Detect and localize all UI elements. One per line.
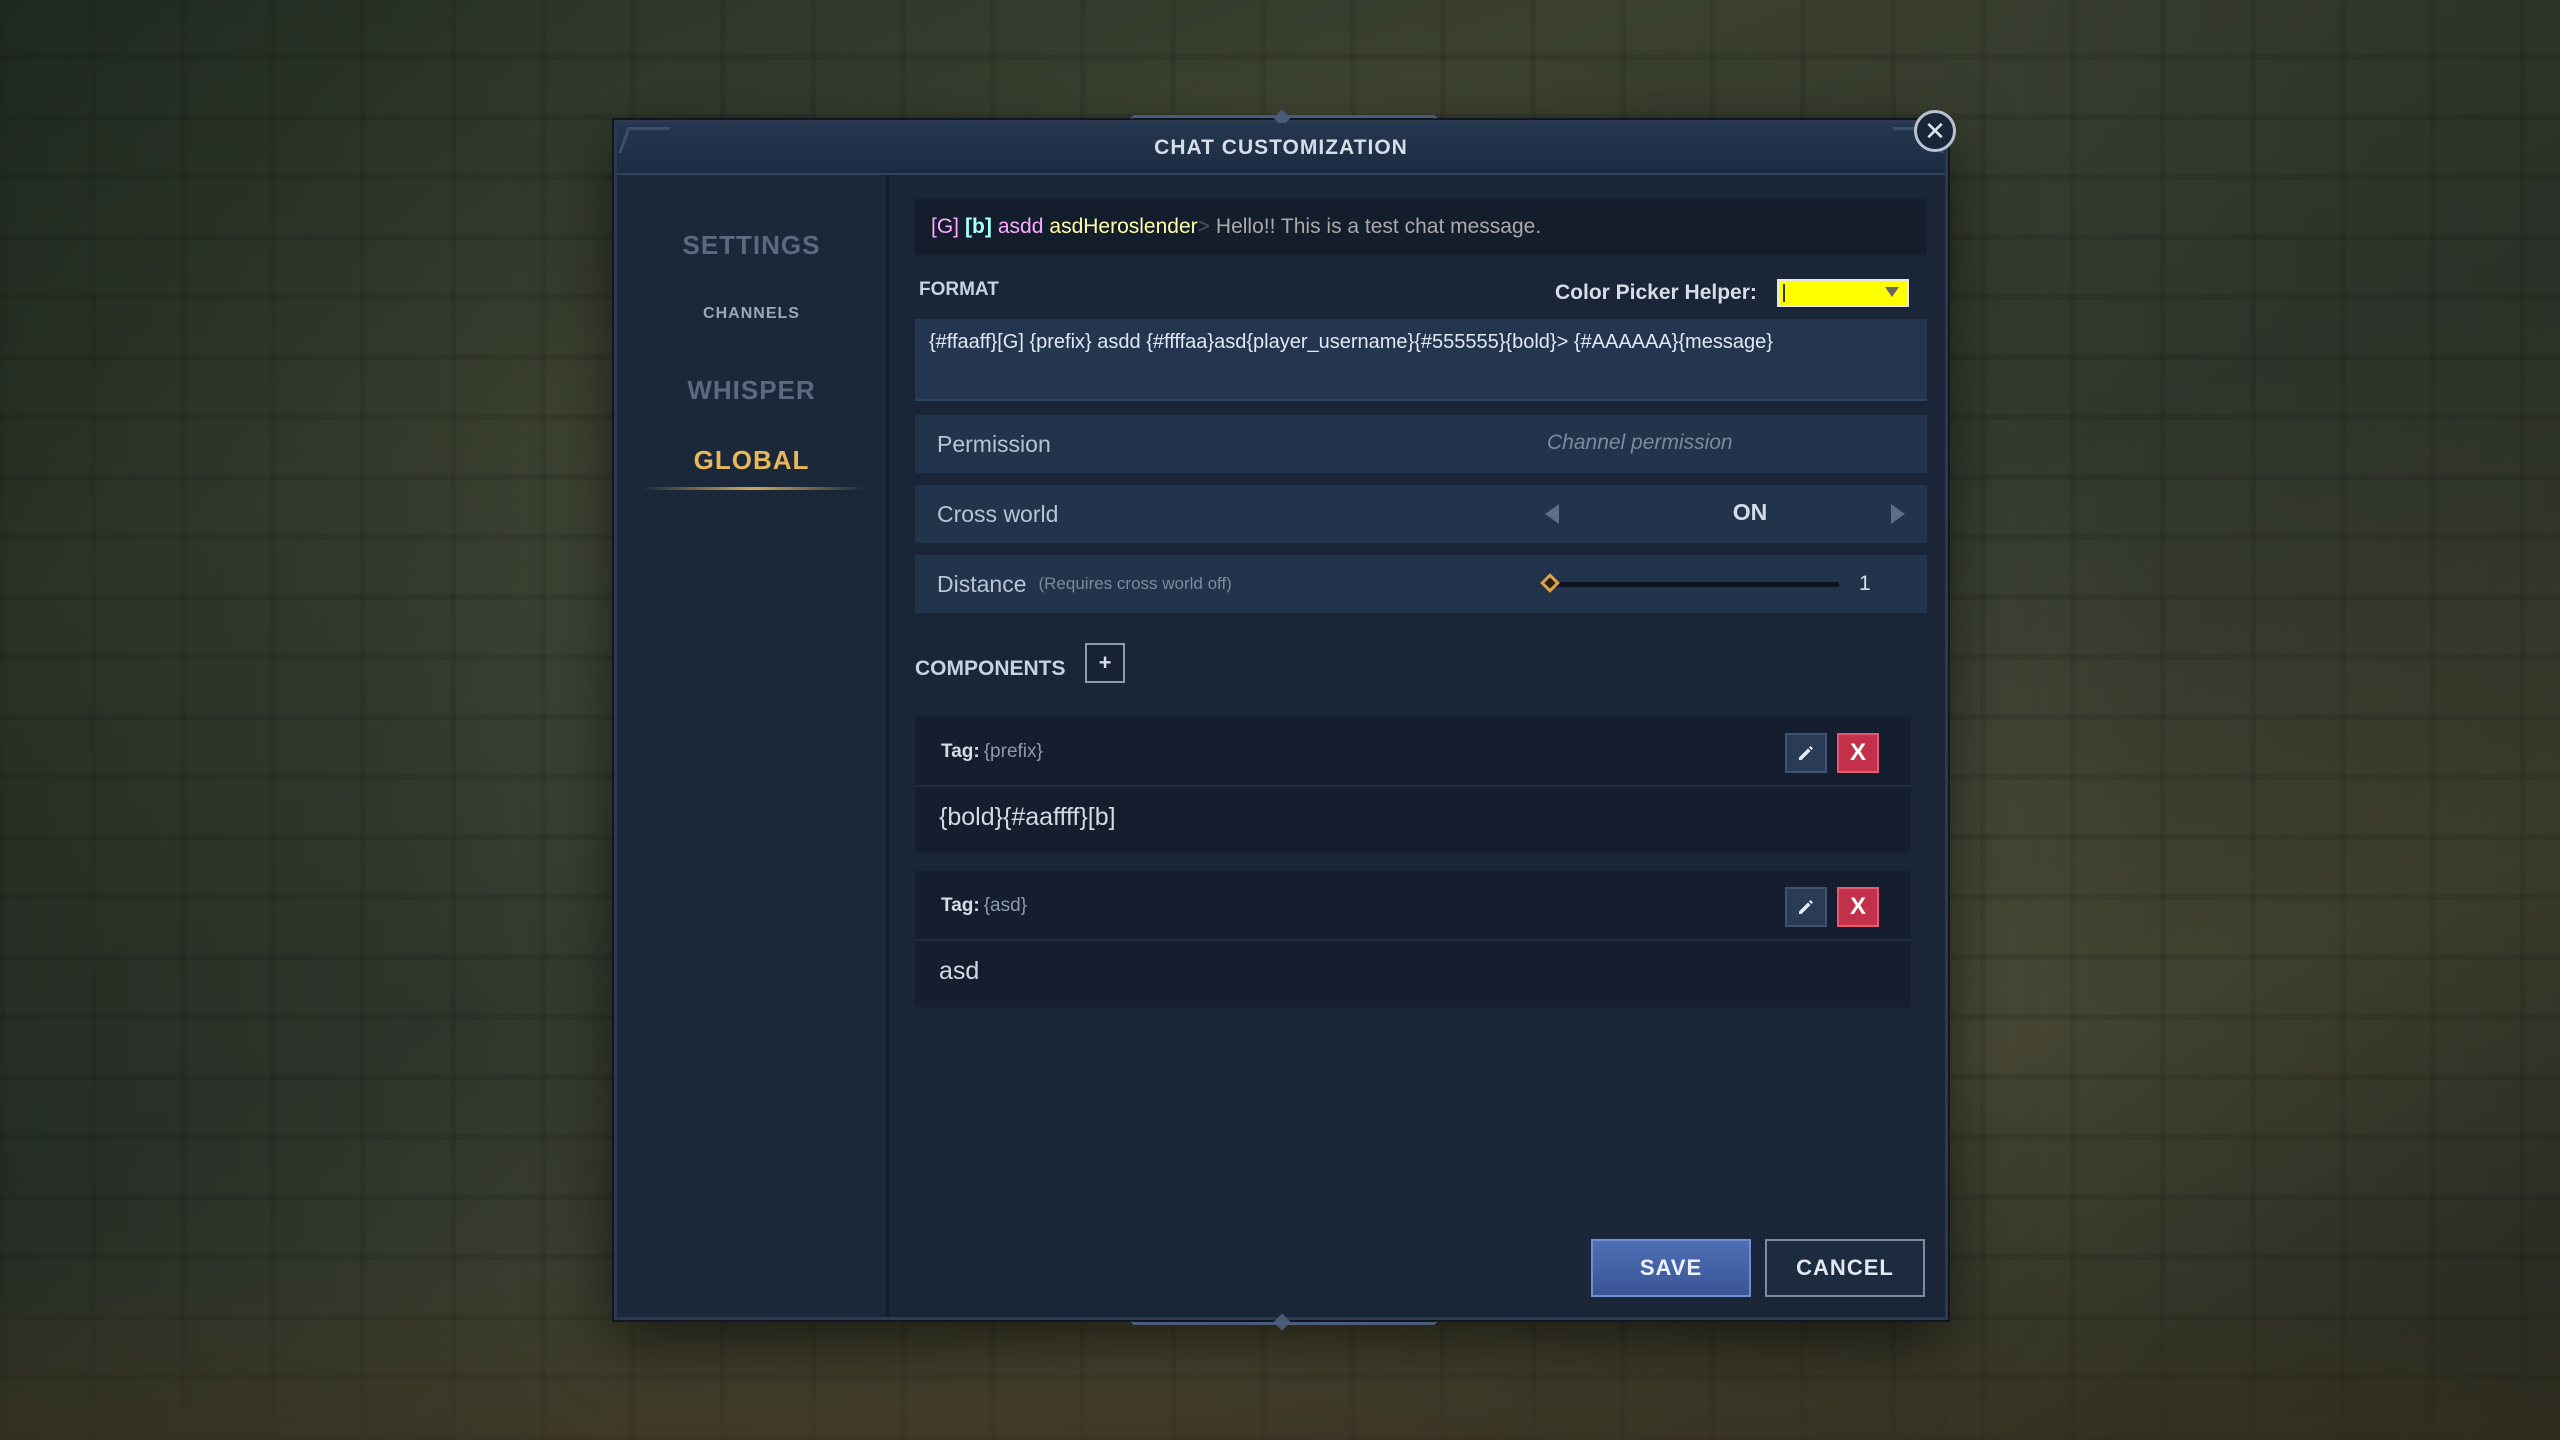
sidebar-item-global[interactable]: GLOBAL xyxy=(617,445,886,476)
color-picker-swatch[interactable] xyxy=(1777,279,1909,307)
component-card-header: Tag: {asd} X xyxy=(915,871,1911,941)
delete-component-button[interactable]: X xyxy=(1837,887,1879,927)
format-label: FORMAT xyxy=(919,279,999,300)
cancel-button[interactable]: CANCEL xyxy=(1765,1239,1925,1297)
components-label: COMPONENTS xyxy=(915,657,1066,680)
sidebar-item-settings[interactable]: SETTINGS xyxy=(617,230,886,261)
permission-input[interactable]: Channel permission xyxy=(1547,431,1733,455)
tag-label-text: Tag: xyxy=(941,895,980,916)
sidebar: SETTINGS CHANNELS WHISPER GLOBAL xyxy=(617,175,889,1317)
distance-row: Distance (Requires cross world off) 1 xyxy=(915,555,1927,613)
cross-world-label: Cross world xyxy=(937,500,1059,527)
dialog-header: CHAT CUSTOMIZATION xyxy=(617,123,1945,175)
preview-segment: [b] xyxy=(965,215,992,238)
distance-value: 1 xyxy=(1859,572,1871,595)
preview-segment: asdd xyxy=(997,215,1044,238)
distance-slider-track[interactable] xyxy=(1549,582,1839,587)
component-value[interactable]: asd xyxy=(939,957,979,986)
tag-label-text: Tag: xyxy=(941,741,980,762)
color-picker-label: Color Picker Helper: xyxy=(1555,281,1757,304)
chat-preview: [G] [b] asdd asdHeroslender > Hello!! Th… xyxy=(915,199,1927,255)
sidebar-item-channels[interactable]: CHANNELS xyxy=(617,305,886,323)
tag-name: {prefix} xyxy=(983,741,1043,762)
text-caret xyxy=(1783,284,1785,302)
edit-component-button[interactable] xyxy=(1785,887,1827,927)
preview-segment: [G] xyxy=(931,215,960,238)
permission-row: Permission Channel permission xyxy=(915,415,1927,473)
preview-segment: > xyxy=(1197,215,1210,238)
bottom-ornament xyxy=(1131,1313,1437,1331)
sidebar-item-whisper[interactable]: WHISPER xyxy=(617,375,886,406)
delete-component-button[interactable]: X xyxy=(1837,733,1879,773)
tag-label: Tag: {prefix} xyxy=(941,741,1043,763)
preview-segment: Hello!! This is a test chat message. xyxy=(1215,215,1542,238)
permission-label: Permission xyxy=(937,430,1051,457)
pencil-icon xyxy=(1799,746,1813,760)
component-card: Tag: {asd} X asd xyxy=(915,871,1911,1007)
component-card: Tag: {prefix} X {bold}{#aaffff}[b] xyxy=(915,717,1911,853)
background-shade-left xyxy=(0,0,620,1440)
arrow-right-icon[interactable] xyxy=(1891,504,1905,524)
format-input[interactable]: {#ffaaff}[G] {prefix} asdd {#ffffaa}asd{… xyxy=(915,319,1927,401)
dialog-title: CHAT CUSTOMIZATION xyxy=(1154,136,1408,159)
tag-label: Tag: {asd} xyxy=(941,895,1027,917)
corner-ornament-left xyxy=(618,127,670,153)
component-card-header: Tag: {prefix} X xyxy=(915,717,1911,787)
distance-label: Distance xyxy=(937,570,1027,597)
close-icon[interactable]: ✕ xyxy=(1914,110,1956,152)
edit-component-button[interactable] xyxy=(1785,733,1827,773)
cross-world-value: ON xyxy=(1732,499,1768,525)
cross-world-row: Cross world ON xyxy=(915,485,1927,543)
component-value[interactable]: {bold}{#aaffff}[b] xyxy=(939,803,1116,832)
tag-name: {asd} xyxy=(983,895,1028,916)
background-shade-right xyxy=(1940,0,2560,1440)
arrow-left-icon[interactable] xyxy=(1545,504,1559,524)
pencil-icon xyxy=(1799,900,1813,914)
preview-segment: asdHeroslender xyxy=(1049,215,1198,238)
active-tab-underline xyxy=(641,487,865,490)
add-component-button[interactable]: + xyxy=(1085,643,1125,683)
chevron-down-icon xyxy=(1885,287,1899,297)
chat-customization-dialog: CHAT CUSTOMIZATION SETTINGS CHANNELS WHI… xyxy=(614,109,1948,1331)
save-button[interactable]: SAVE xyxy=(1591,1239,1751,1297)
distance-slider-thumb[interactable] xyxy=(1540,573,1560,593)
distance-hint: (Requires cross world off) xyxy=(1038,574,1232,593)
